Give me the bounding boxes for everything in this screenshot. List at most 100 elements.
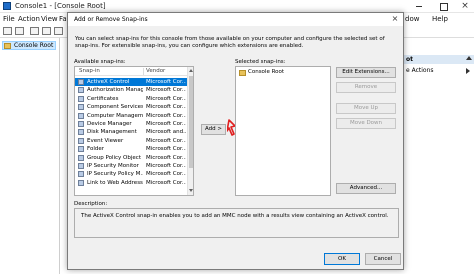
add-button[interactable]: Add >: [201, 124, 226, 135]
menu-window[interactable]: dow: [405, 15, 419, 23]
snapin-icon: [78, 112, 84, 119]
snapin-vendor: Microsoft Cor...: [146, 137, 186, 144]
cancel-button[interactable]: Cancel: [365, 253, 401, 265]
snapin-row[interactable]: Link to Web Address Microsoft Cor...: [75, 179, 187, 187]
snapin-name: Event Viewer: [87, 137, 124, 144]
description-box: The ActiveX Control snap-in enables you …: [74, 208, 399, 238]
snapin-vendor: Microsoft Cor...: [146, 79, 186, 85]
snapin-row[interactable]: Computer Managem... Microsoft Cor...: [75, 112, 187, 120]
folder-icon: [4, 43, 11, 49]
ok-button[interactable]: OK: [324, 253, 360, 265]
snapin-row[interactable]: ActiveX Control Microsoft Cor...: [75, 78, 187, 87]
maximize-icon[interactable]: [436, 1, 450, 11]
menu-view[interactable]: View: [41, 15, 58, 23]
snapin-name: Component Services: [87, 104, 143, 111]
actions-pane: ot e Actions: [404, 38, 474, 274]
snapin-vendor: Microsoft Cor...: [146, 154, 186, 161]
menu-favorites[interactable]: Fa: [59, 15, 67, 23]
snapin-icon: [78, 154, 84, 161]
edit-extensions-button[interactable]: Edit Extensions...: [336, 67, 396, 78]
snapin-icon: [78, 104, 84, 111]
snapin-name: Device Manager: [87, 120, 132, 127]
scroll-up-icon[interactable]: [189, 69, 193, 72]
snapin-icon: [78, 79, 84, 85]
snapin-name: IP Security Monitor: [87, 162, 139, 169]
available-snapins-list[interactable]: Snap-in Vendor ActiveX Control Microsoft …: [74, 66, 194, 196]
snapin-name: Folder: [87, 146, 104, 153]
snapin-icon: [78, 95, 84, 102]
snapin-row[interactable]: Event Viewer Microsoft Cor...: [75, 137, 187, 145]
selected-snapins-list[interactable]: Console Root: [235, 66, 331, 196]
console-tree: Console Root: [0, 38, 60, 274]
tree-item-console-root[interactable]: Console Root: [2, 41, 56, 50]
menu-file[interactable]: File: [3, 15, 15, 23]
advanced-button[interactable]: Advanced...: [336, 183, 396, 194]
tree-item-label: Console Root: [14, 42, 54, 49]
snapin-icon: [78, 171, 84, 178]
snapin-row[interactable]: Certificates Microsoft Cor...: [75, 95, 187, 103]
add-remove-snapins-dialog: Add or Remove Snap-ins × You can select …: [67, 12, 404, 270]
menu-action[interactable]: Action: [18, 15, 40, 23]
help-icon[interactable]: [42, 27, 51, 35]
snapin-name: Link to Web Address: [87, 179, 143, 186]
snapin-name: Computer Managem...: [87, 112, 143, 119]
snapin-vendor: Microsoft Cor...: [146, 120, 186, 127]
scroll-thumb[interactable]: [189, 76, 193, 168]
snapin-vendor: Microsoft Cor...: [146, 179, 186, 186]
snapin-vendor: Microsoft Cor...: [146, 171, 186, 178]
snapin-icon: [78, 162, 84, 169]
more-actions-link[interactable]: e Actions: [406, 67, 434, 74]
description-label: Description:: [74, 201, 108, 207]
snapin-icon: [78, 129, 84, 136]
snapin-icon: [78, 120, 84, 127]
mmc-app-icon: [3, 2, 11, 10]
snapin-name: ActiveX Control: [87, 79, 130, 85]
scroll-down-icon[interactable]: [189, 189, 193, 192]
snapin-row[interactable]: Authorization ManagerMicrosoft Cor...: [75, 86, 187, 94]
move-down-button[interactable]: Move Down: [336, 118, 396, 129]
mmc-window-title: Console1 - [Console Root]: [15, 2, 106, 10]
snapin-row[interactable]: Group Policy Object ... Microsoft Cor...: [75, 154, 187, 162]
snapin-name: Authorization Manager: [87, 87, 143, 94]
minimize-icon[interactable]: [412, 1, 426, 11]
snapin-vendor: Microsoft Cor...: [146, 87, 186, 94]
column-header-snapin[interactable]: Snap-in: [79, 68, 100, 74]
menu-help[interactable]: Help: [432, 15, 448, 23]
snapin-vendor: Microsoft Cor...: [146, 146, 186, 153]
move-up-button[interactable]: Move Up: [336, 103, 396, 114]
show-hide-tree-icon[interactable]: [30, 27, 39, 35]
close-icon[interactable]: ×: [458, 1, 472, 11]
snapin-row[interactable]: Component Services Microsoft Cor...: [75, 103, 187, 111]
snapin-rows: ActiveX Control Microsoft Cor... Authoriza…: [75, 78, 187, 187]
actions-header[interactable]: ot: [404, 55, 474, 64]
dialog-title: Add or Remove Snap-ins: [74, 16, 148, 23]
description-text: The ActiveX Control snap-in enables you …: [81, 213, 389, 219]
dialog-close-icon[interactable]: ×: [390, 14, 400, 24]
snapin-vendor: Microsoft Cor...: [146, 95, 186, 102]
snapin-icon: [78, 146, 84, 153]
snapin-name: Disk Management: [87, 129, 137, 136]
remove-button[interactable]: Remove: [336, 82, 396, 93]
selected-snapins-label: Selected snap-ins:: [235, 59, 286, 65]
forward-icon[interactable]: [15, 27, 24, 35]
selected-root-label[interactable]: Console Root: [248, 69, 284, 75]
snapin-row[interactable]: IP Security Monitor Microsoft Cor...: [75, 162, 187, 170]
back-icon[interactable]: [3, 27, 12, 35]
snapin-vendor: Microsoft Cor...: [146, 112, 186, 119]
snapin-row[interactable]: Disk Management Microsoft and...: [75, 128, 187, 136]
dialog-title-bar: Add or Remove Snap-ins ×: [68, 13, 403, 26]
snapin-row[interactable]: IP Security Policy M... Microsoft Cor...: [75, 170, 187, 178]
column-separator[interactable]: [143, 68, 144, 75]
snapin-icon: [78, 179, 84, 186]
snapin-vendor: Microsoft Cor...: [146, 162, 186, 169]
vertical-scrollbar[interactable]: [187, 67, 193, 195]
snapin-row[interactable]: Device Manager Microsoft Cor...: [75, 120, 187, 128]
folder-icon: [239, 70, 246, 76]
actions-header-label: ot: [406, 56, 413, 63]
dialog-intro-text: You can select snap-ins for this console…: [75, 36, 385, 49]
properties-icon[interactable]: [54, 27, 63, 35]
list-header: Snap-in Vendor: [75, 67, 187, 76]
column-header-vendor[interactable]: Vendor: [146, 68, 165, 74]
snapin-name: IP Security Policy M...: [87, 171, 143, 178]
snapin-row[interactable]: Folder Microsoft Cor...: [75, 145, 187, 153]
